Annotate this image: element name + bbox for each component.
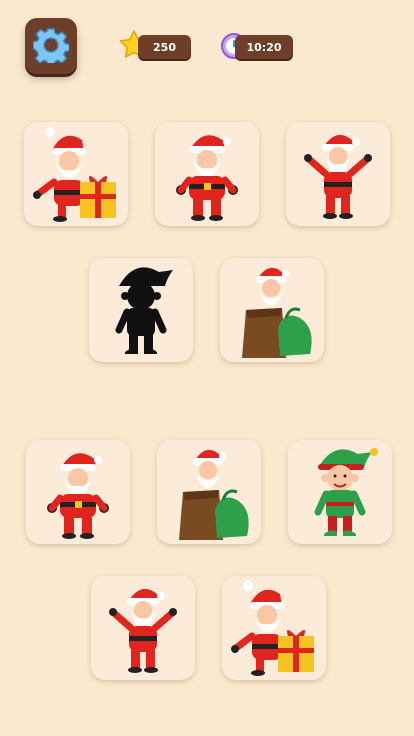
santa-waving-image (304, 134, 372, 219)
santa-in-sack-image (179, 449, 249, 540)
santa-with-gift-image (33, 127, 116, 222)
gear-icon (33, 28, 69, 63)
settings-button[interactable] (25, 18, 77, 74)
choice-card-santa-in-sack[interactable] (157, 440, 261, 544)
choice-card-santa-with-gift[interactable] (222, 576, 326, 680)
choice-card-elf[interactable] (288, 440, 392, 544)
target-card-santa-with-gift (24, 122, 128, 226)
coin-count: 250 (138, 35, 191, 59)
target-card-santa-hands-on-belt (155, 122, 259, 226)
elf-silhouette-image (115, 267, 173, 354)
choice-card-santa-waving[interactable] (91, 576, 195, 680)
choice-card-santa-hands-on-belt[interactable] (26, 440, 130, 544)
target-card-santa-waving (286, 122, 390, 226)
target-card-elf-silhouette (89, 258, 193, 362)
elf-image (314, 448, 378, 536)
target-card-santa-in-sack (220, 258, 324, 362)
santa-hands-on-belt-image (47, 453, 109, 539)
santa-in-sack-image (242, 267, 312, 358)
santa-hands-on-belt-image (176, 135, 238, 221)
santa-waving-image (109, 588, 177, 673)
santa-with-gift-image (231, 581, 314, 676)
timer-display: 10:20 (235, 35, 293, 59)
